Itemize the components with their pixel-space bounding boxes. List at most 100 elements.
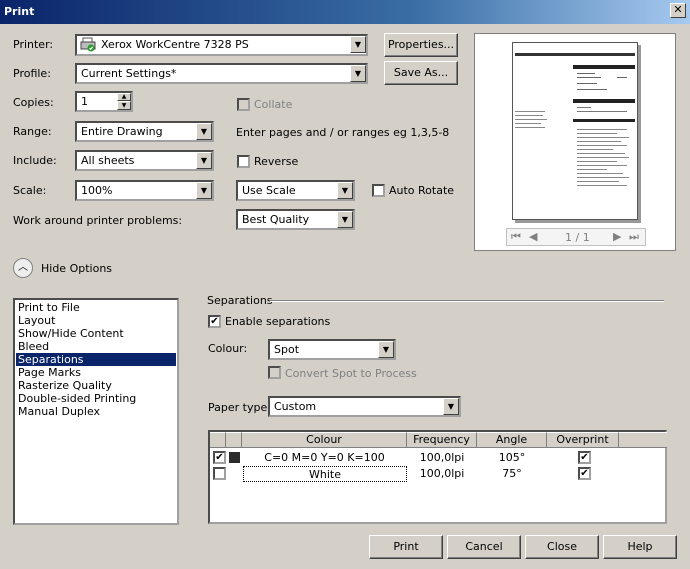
row-colour: C=0 M=0 Y=0 K=100: [264, 451, 385, 464]
printer-icon: [80, 37, 96, 52]
printer-select[interactable]: Xerox WorkCentre 7328 PS ▼: [75, 34, 368, 56]
chevron-down-icon[interactable]: ▼: [378, 341, 394, 358]
range-value: Entire Drawing: [81, 125, 163, 138]
row-enabled-checkbox[interactable]: [213, 467, 226, 480]
auto-rotate-checkbox[interactable]: [372, 184, 385, 197]
list-item[interactable]: Page Marks: [16, 366, 176, 379]
close-window-button[interactable]: ✕: [670, 3, 686, 18]
list-item[interactable]: Separations: [16, 353, 176, 366]
profile-label: Profile:: [13, 67, 51, 80]
workaround-select[interactable]: Best Quality ▼: [236, 209, 355, 230]
table-row[interactable]: White 100,0lpi 75° ✔: [210, 466, 665, 482]
collate-checkbox[interactable]: [237, 98, 250, 111]
range-label: Range:: [13, 125, 52, 138]
row-overprint-checkbox[interactable]: ✔: [578, 451, 591, 464]
paper-type-select[interactable]: Custom ▼: [268, 396, 461, 417]
col-header-colour[interactable]: Colour: [242, 432, 407, 448]
range-hint: Enter pages and / or ranges eg 1,3,5-8: [236, 126, 450, 139]
col-header-filler: [619, 432, 667, 448]
paper-type-label: Paper type:: [208, 401, 271, 414]
chevron-down-icon[interactable]: ▼: [337, 211, 353, 228]
range-select[interactable]: Entire Drawing ▼: [75, 121, 214, 142]
check-icon: ✔: [210, 316, 219, 327]
col-header-angle[interactable]: Angle: [477, 432, 547, 448]
colour-select[interactable]: Spot ▼: [268, 339, 396, 360]
workaround-label: Work around printer problems:: [13, 214, 183, 227]
reverse-checkbox[interactable]: [237, 155, 250, 168]
row-colour: White: [243, 466, 407, 482]
table-row[interactable]: ✔ C=0 M=0 Y=0 K=100 100,0lpi 105° ✔: [210, 450, 665, 466]
include-select[interactable]: All sheets ▼: [75, 150, 214, 171]
separations-table[interactable]: Colour Frequency Angle Overprint ✔ C=0 M…: [208, 430, 667, 524]
properties-button[interactable]: Properties...: [384, 33, 458, 57]
col-header-overprint[interactable]: Overprint: [547, 432, 619, 448]
chevron-down-icon[interactable]: ▼: [337, 182, 353, 199]
chevron-down-icon[interactable]: ▼: [443, 398, 459, 415]
convert-spot-checkbox[interactable]: [268, 366, 281, 379]
chevron-down-icon[interactable]: ▼: [196, 123, 212, 140]
paper-type-value: Custom: [274, 400, 317, 413]
printer-value: Xerox WorkCentre 7328 PS: [101, 38, 249, 51]
preview-page-content: [515, 53, 635, 186]
list-item[interactable]: Show/Hide Content: [16, 327, 176, 340]
group-divider: [270, 300, 664, 302]
close-button[interactable]: Close: [525, 535, 599, 559]
stepper-up-icon[interactable]: ▲: [117, 93, 131, 101]
hide-options-link[interactable]: Hide Options: [41, 262, 112, 275]
collapse-icon[interactable]: ︿: [13, 258, 33, 278]
row-frequency: 100,0lpi: [419, 467, 465, 480]
copies-value: 1: [81, 95, 88, 108]
col-header-enabled: [210, 432, 226, 448]
check-icon: ✔: [215, 452, 224, 463]
prev-page-icon[interactable]: ◀: [529, 230, 537, 243]
colour-swatch: [229, 452, 240, 463]
list-item[interactable]: Bleed: [16, 340, 176, 353]
auto-rotate-label: Auto Rotate: [389, 184, 455, 197]
help-button[interactable]: Help: [603, 535, 677, 559]
list-item[interactable]: Double-sided Printing: [16, 392, 176, 405]
copies-label: Copies:: [13, 96, 54, 109]
list-item[interactable]: Print to File: [16, 301, 176, 314]
print-button[interactable]: Print: [369, 535, 443, 559]
cancel-button[interactable]: Cancel: [447, 535, 521, 559]
last-page-icon[interactable]: ⏭: [629, 230, 639, 244]
next-page-icon[interactable]: ▶: [613, 230, 621, 243]
chevron-down-icon[interactable]: ▼: [350, 65, 366, 82]
profile-value: Current Settings*: [81, 67, 177, 80]
scale-value: 100%: [81, 184, 113, 197]
row-angle: 105°: [498, 451, 526, 464]
enable-separations-label: Enable separations: [225, 315, 331, 328]
options-list[interactable]: Print to File Layout Show/Hide Content Blee…: [13, 298, 179, 525]
save-as-button[interactable]: Save As...: [384, 61, 458, 85]
enable-separations-checkbox[interactable]: ✔: [208, 315, 221, 328]
stepper-down-icon[interactable]: ▼: [117, 101, 131, 110]
reverse-label: Reverse: [254, 155, 299, 168]
first-page-icon[interactable]: ⏮: [511, 230, 521, 244]
row-angle: 75°: [502, 467, 522, 480]
col-header-frequency[interactable]: Frequency: [407, 432, 477, 448]
include-label: Include:: [13, 154, 57, 167]
check-icon: ✔: [580, 468, 589, 479]
window-title: Print: [4, 5, 35, 18]
workaround-value: Best Quality: [242, 213, 310, 226]
scale-mode-select[interactable]: Use Scale ▼: [236, 180, 355, 201]
scale-label: Scale:: [13, 184, 47, 197]
printer-label: Printer:: [13, 38, 54, 51]
convert-spot-label: Convert Spot to Process: [285, 367, 417, 380]
list-item[interactable]: Manual Duplex: [16, 405, 176, 418]
scale-select[interactable]: 100% ▼: [75, 180, 214, 201]
copies-stepper[interactable]: 1 ▲ ▼: [75, 91, 133, 112]
row-overprint-checkbox[interactable]: ✔: [578, 467, 591, 480]
list-item[interactable]: Layout: [16, 314, 176, 327]
chevron-down-icon[interactable]: ▼: [196, 182, 212, 199]
collate-label: Collate: [254, 98, 293, 111]
list-item[interactable]: Rasterize Quality: [16, 379, 176, 392]
page-indicator: 1 / 1: [565, 231, 590, 244]
separations-group-title: Separations: [207, 294, 273, 307]
row-enabled-checkbox[interactable]: ✔: [213, 451, 226, 464]
chevron-down-icon[interactable]: ▼: [350, 36, 366, 53]
check-icon: ✔: [580, 452, 589, 463]
profile-select[interactable]: Current Settings* ▼: [75, 63, 368, 84]
chevron-down-icon[interactable]: ▼: [196, 152, 212, 169]
include-value: All sheets: [81, 154, 135, 167]
